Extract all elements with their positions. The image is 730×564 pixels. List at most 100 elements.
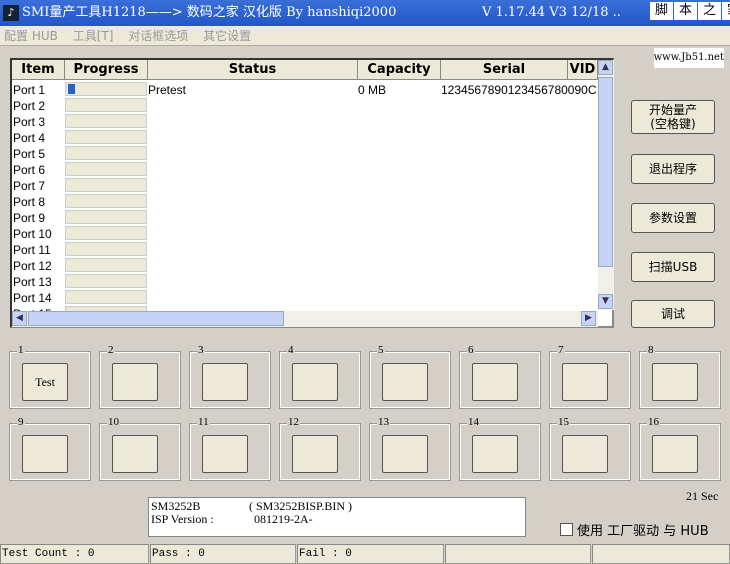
button-label: 退出程序 — [648, 162, 697, 176]
port-button[interactable] — [382, 435, 428, 473]
cell-item: Port 2 — [13, 99, 46, 113]
chip-info-box: SM3252B( SM3252BISP.BIN ) ISP Version :0… — [148, 497, 526, 537]
port-button[interactable] — [382, 363, 428, 401]
scroll-down-button[interactable]: ▼ — [598, 294, 613, 309]
port-button[interactable] — [202, 363, 248, 401]
table-row[interactable]: Port 13 — [12, 274, 598, 290]
port-button[interactable] — [472, 363, 518, 401]
port-group: 3 — [189, 344, 271, 409]
progress-bar — [65, 146, 147, 160]
table-row[interactable]: Port 2 — [12, 98, 598, 114]
exit-button[interactable]: 退出程序 — [631, 154, 715, 184]
cell-capacity: 0 MB — [358, 83, 387, 97]
scroll-left-button[interactable]: ◀ — [12, 311, 27, 326]
button-label: 开始量产 (空格键) — [648, 103, 697, 131]
checkbox-box[interactable] — [560, 523, 573, 536]
port-group: 9 — [9, 416, 91, 481]
status-test-count: Test Count : 0 — [0, 544, 149, 564]
factory-driver-checkbox[interactable]: 使用 工厂驱动 与 HUB — [560, 520, 709, 539]
col-item[interactable]: Item — [12, 60, 65, 80]
port-button[interactable] — [292, 435, 338, 473]
window-title: SMI量产工具H1218——> 数码之家 汉化版 By hanshiqi2000 — [22, 5, 397, 20]
port-number: 9 — [17, 416, 25, 428]
debug-button[interactable]: 调试 — [631, 300, 715, 328]
port-number: 3 — [197, 344, 205, 356]
col-progress[interactable]: Progress — [65, 60, 148, 80]
cell-item: Port 12 — [13, 259, 52, 273]
progress-bar — [65, 130, 147, 144]
port-button[interactable] — [112, 435, 158, 473]
menu-tools[interactable]: 工具[T] — [73, 29, 114, 43]
table-row[interactable]: Port 6 — [12, 162, 598, 178]
table-row[interactable]: Port 7 — [12, 178, 598, 194]
list-header: Item Progress Status Capacity Serial VID — [12, 60, 598, 80]
settings-button[interactable]: 参数设置 — [631, 203, 715, 233]
progress-bar — [65, 194, 147, 208]
port-group: 2 — [99, 344, 181, 409]
port-group: 7 — [549, 344, 631, 409]
hscroll-thumb[interactable] — [28, 311, 284, 326]
scroll-up-button[interactable]: ▲ — [598, 60, 613, 75]
progress-fill — [68, 84, 75, 94]
col-vid[interactable]: VID — [568, 60, 598, 80]
scan-usb-button[interactable]: 扫描USB — [631, 252, 715, 282]
version-text: V 1.17.44 V3 12/18 .. — [482, 5, 621, 20]
status-panel-5 — [592, 544, 730, 564]
port-button[interactable]: Test — [22, 363, 68, 401]
port-list[interactable]: Item Progress Status Capacity Serial VID… — [10, 58, 614, 328]
table-row[interactable]: Port 3 — [12, 114, 598, 130]
scroll-thumb[interactable] — [598, 77, 613, 267]
port-button[interactable] — [562, 363, 608, 401]
table-row[interactable]: Port 12 — [12, 258, 598, 274]
watermark-logo: 脚本之家 — [650, 2, 730, 20]
table-row[interactable]: Port 10 — [12, 226, 598, 242]
port-group: 1 Test — [9, 344, 91, 409]
isp-label: ISP Version : — [151, 512, 214, 526]
port-number: 13 — [377, 416, 390, 428]
port-number: 7 — [557, 344, 565, 356]
port-number: 15 — [557, 416, 570, 428]
menu-other-settings[interactable]: 其它设置 — [203, 29, 251, 43]
port-number: 5 — [377, 344, 385, 356]
menu-dialog-options[interactable]: 对话框选项 — [128, 29, 188, 43]
table-row[interactable]: Port 14 — [12, 290, 598, 306]
cell-item: Port 9 — [13, 211, 46, 225]
port-button[interactable] — [652, 435, 698, 473]
table-row[interactable]: Port 11 — [12, 242, 598, 258]
cell-item: Port 14 — [13, 291, 52, 305]
port-number: 4 — [287, 344, 295, 356]
horizontal-scrollbar[interactable]: ◀ ▶ — [12, 311, 598, 327]
port-button[interactable] — [112, 363, 158, 401]
cell-item: Port 1 — [13, 83, 46, 97]
port-group: 16 — [639, 416, 721, 481]
port-number: 16 — [647, 416, 660, 428]
vertical-scrollbar[interactable]: ▲ ▼ — [598, 60, 614, 310]
port-button[interactable] — [472, 435, 518, 473]
watermark-url: www.Jb51.net — [653, 48, 724, 68]
progress-bar — [65, 162, 147, 176]
app-icon: ♪ — [3, 5, 19, 21]
col-capacity[interactable]: Capacity — [358, 60, 441, 80]
table-row[interactable]: Port 4 — [12, 130, 598, 146]
table-row[interactable]: Port 1 Pretest 0 MB 12345678901234567800… — [12, 82, 598, 98]
progress-bar — [65, 242, 147, 256]
port-button[interactable] — [652, 363, 698, 401]
status-panel-4 — [445, 544, 591, 564]
start-production-button[interactable]: 开始量产 (空格键) — [631, 100, 715, 134]
col-serial[interactable]: Serial — [441, 60, 568, 80]
progress-bar — [65, 82, 147, 96]
port-button[interactable] — [22, 435, 68, 473]
cell-item: Port 13 — [13, 275, 52, 289]
cell-item: Port 10 — [13, 227, 52, 241]
port-number: 6 — [467, 344, 475, 356]
port-button[interactable] — [292, 363, 338, 401]
port-button[interactable] — [562, 435, 608, 473]
table-row[interactable]: Port 9 — [12, 210, 598, 226]
port-button[interactable] — [202, 435, 248, 473]
scroll-right-button[interactable]: ▶ — [581, 311, 596, 326]
table-row[interactable]: Port 8 — [12, 194, 598, 210]
progress-bar — [65, 210, 147, 224]
col-status[interactable]: Status — [148, 60, 358, 80]
table-row[interactable]: Port 5 — [12, 146, 598, 162]
menu-config-hub[interactable]: 配置 HUB — [4, 29, 58, 43]
